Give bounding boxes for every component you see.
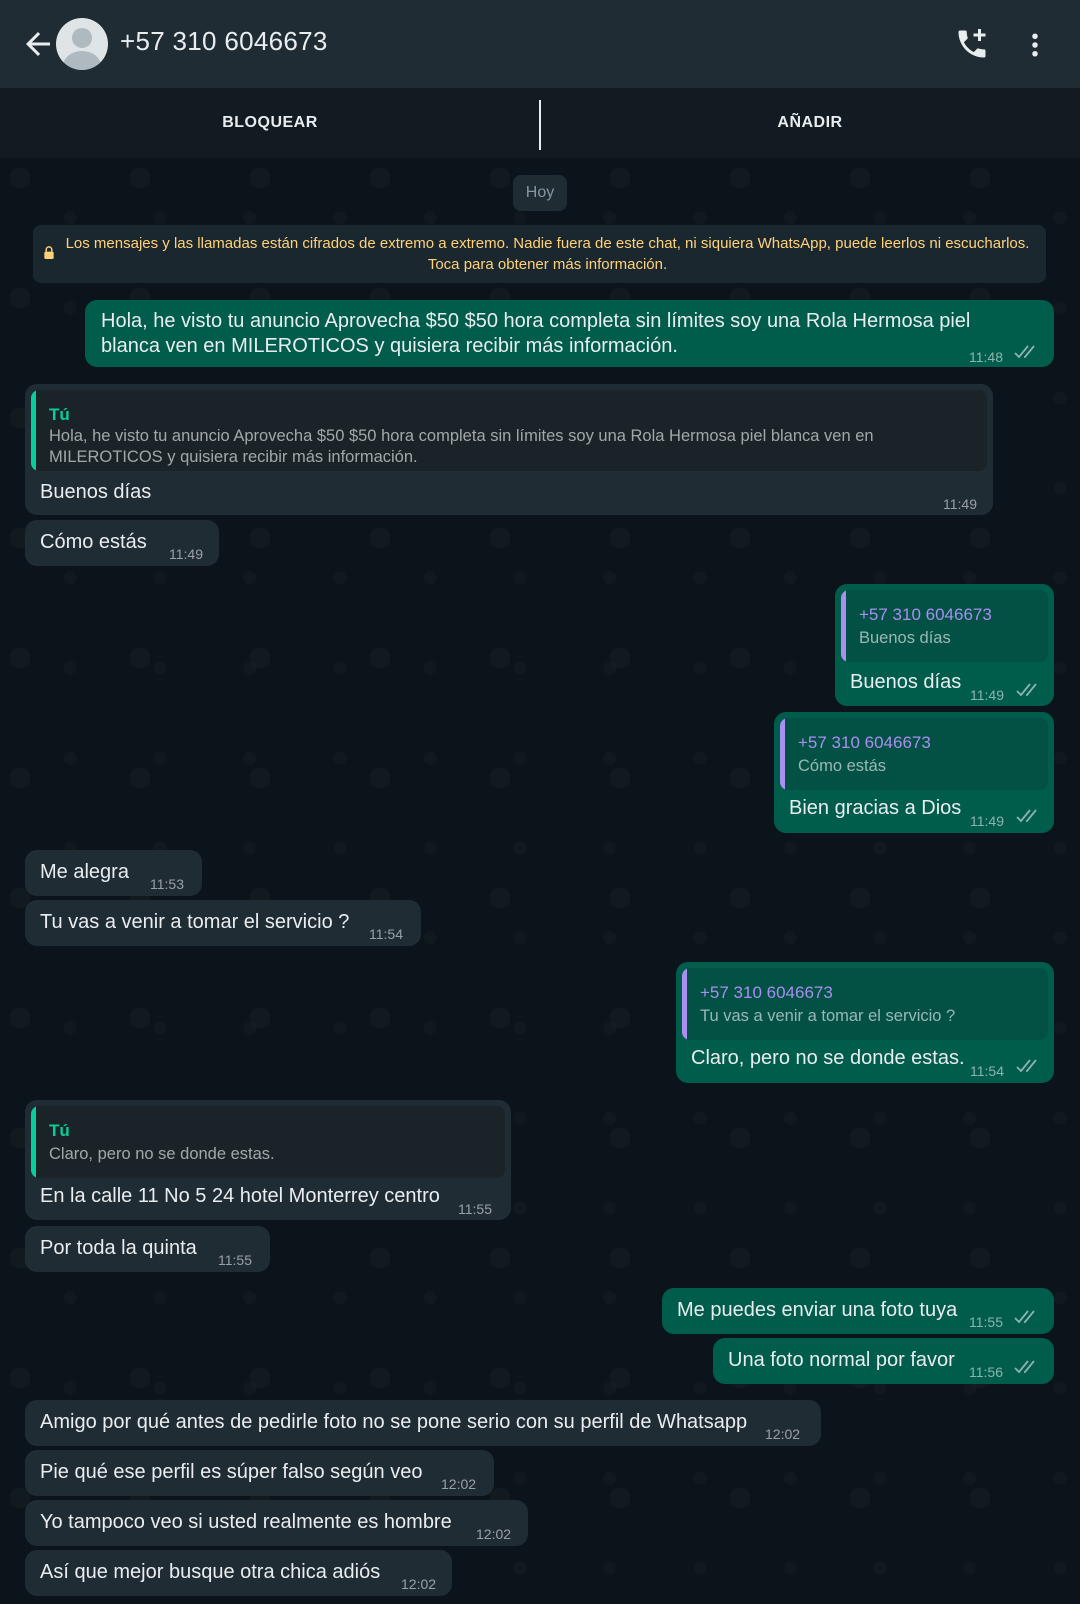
quoted-message[interactable]: +57 310 6046673 Buenos días bbox=[841, 590, 1048, 662]
avatar-placeholder-icon bbox=[63, 28, 101, 70]
message-bubble-outgoing[interactable]: +57 310 6046673 Buenos días Buenos días … bbox=[835, 584, 1054, 706]
double-check-icon bbox=[1014, 1360, 1035, 1374]
quote-text: Tu vas a venir a tomar el servicio ? bbox=[700, 1007, 956, 1025]
message-time: 11:55 bbox=[969, 1314, 1003, 1330]
double-check-icon bbox=[1016, 683, 1037, 697]
message-bubble-incoming[interactable]: Yo tampoco veo si usted realmente es hom… bbox=[25, 1500, 528, 1546]
message-bubble-incoming[interactable]: Por toda la quinta 11:55 bbox=[25, 1226, 270, 1272]
message-text: Una foto normal por favor bbox=[728, 1349, 955, 1371]
lock-icon bbox=[43, 244, 55, 265]
message-time: 11:55 bbox=[458, 1201, 492, 1217]
message-time: 11:49 bbox=[970, 813, 1004, 829]
double-check-icon bbox=[1016, 1059, 1037, 1073]
quote-author: +57 310 6046673 bbox=[798, 733, 931, 752]
quoted-message[interactable]: Tú Claro, pero no se donde estas. bbox=[31, 1106, 505, 1178]
divider bbox=[539, 100, 541, 150]
message-bubble-incoming[interactable]: Tú Claro, pero no se donde estas. En la … bbox=[25, 1100, 511, 1220]
message-time: 11:53 bbox=[150, 876, 184, 892]
message-time: 11:49 bbox=[169, 546, 203, 562]
message-bubble-outgoing[interactable]: Hola, he visto tu anuncio Aprovecha $50 … bbox=[85, 300, 1054, 367]
message-bubble-outgoing[interactable]: +57 310 6046673 Tu vas a venir a tomar e… bbox=[676, 962, 1054, 1083]
message-bubble-incoming[interactable]: Tú Hola, he visto tu anuncio Aprovecha $… bbox=[25, 384, 993, 515]
message-bubble-outgoing[interactable]: Una foto normal por favor 11:56 bbox=[713, 1338, 1054, 1384]
block-add-bar: BLOQUEAR AÑADIR bbox=[0, 88, 1080, 158]
quote-text: Cómo estás bbox=[798, 757, 887, 775]
message-bubble-incoming[interactable]: Cómo estás 11:49 bbox=[25, 520, 219, 566]
message-time: 11:54 bbox=[369, 926, 403, 942]
message-bubble-outgoing[interactable]: Me puedes enviar una foto tuya 11:55 bbox=[662, 1288, 1054, 1334]
message-text: Pie qué ese perfil es súper falso según … bbox=[40, 1461, 423, 1483]
message-text: Cómo estás bbox=[40, 531, 147, 553]
quote-text: Claro, pero no se donde estas. bbox=[49, 1145, 275, 1163]
message-text: Yo tampoco veo si usted realmente es hom… bbox=[40, 1511, 452, 1533]
block-button[interactable]: BLOQUEAR bbox=[0, 88, 540, 158]
quote-author: Tú bbox=[49, 1121, 70, 1140]
message-text: Buenos días bbox=[40, 481, 152, 503]
encryption-notice-text: Los mensajes y las llamadas están cifrad… bbox=[65, 235, 1030, 273]
message-bubble-incoming[interactable]: Así que mejor busque otra chica adiós 12… bbox=[25, 1550, 452, 1596]
message-text: Bien gracias a Dios bbox=[789, 797, 962, 819]
message-bubble-incoming[interactable]: Amigo por qué antes de pedirle foto no s… bbox=[25, 1400, 821, 1446]
avatar[interactable] bbox=[56, 18, 108, 70]
message-bubble-outgoing[interactable]: +57 310 6046673 Cómo estás Bien gracias … bbox=[774, 712, 1054, 833]
quote-author: +57 310 6046673 bbox=[700, 983, 833, 1002]
quoted-message[interactable]: Tú Hola, he visto tu anuncio Aprovecha $… bbox=[31, 390, 987, 471]
quote-author: Tú bbox=[49, 405, 70, 424]
quote-text: Hola, he visto tu anuncio Aprovecha $50 … bbox=[49, 427, 874, 466]
double-check-icon bbox=[1016, 809, 1037, 823]
contact-name[interactable]: +57 310 6046673 bbox=[120, 26, 328, 57]
message-bubble-incoming[interactable]: Tu vas a venir a tomar el servicio ? 11:… bbox=[25, 900, 421, 946]
encryption-notice[interactable]: Los mensajes y las llamadas están cifrad… bbox=[33, 225, 1046, 283]
add-contact-button[interactable]: AÑADIR bbox=[540, 88, 1080, 158]
message-text: Me puedes enviar una foto tuya bbox=[677, 1299, 958, 1321]
double-check-icon bbox=[1014, 1310, 1035, 1324]
arrow-left-icon[interactable] bbox=[20, 26, 56, 62]
message-text: Buenos días bbox=[850, 671, 962, 693]
quoted-message[interactable]: +57 310 6046673 Cómo estás bbox=[780, 718, 1048, 790]
call-add-icon[interactable] bbox=[954, 26, 990, 62]
message-text: Hola, he visto tu anuncio Aprovecha $50 … bbox=[101, 310, 971, 357]
message-time: 12:02 bbox=[476, 1526, 512, 1542]
message-text: Me alegra bbox=[40, 861, 129, 883]
message-text: Tu vas a venir a tomar el servicio ? bbox=[40, 911, 350, 933]
message-text: Claro, pero no se donde estas. bbox=[691, 1047, 965, 1069]
message-time: 11:49 bbox=[943, 496, 977, 512]
date-chip: Hoy bbox=[513, 175, 567, 211]
double-check-icon bbox=[1014, 345, 1035, 359]
message-bubble-incoming[interactable]: Pie qué ese perfil es súper falso según … bbox=[25, 1450, 494, 1496]
message-text: Así que mejor busque otra chica adiós bbox=[40, 1561, 381, 1583]
more-vertical-icon[interactable] bbox=[1020, 28, 1050, 62]
message-time: 11:49 bbox=[970, 687, 1004, 703]
quoted-message[interactable]: +57 310 6046673 Tu vas a venir a tomar e… bbox=[682, 968, 1048, 1040]
chat-header: +57 310 6046673 bbox=[0, 0, 1080, 88]
message-bubble-incoming[interactable]: Me alegra 11:53 bbox=[25, 850, 202, 896]
message-time: 12:02 bbox=[401, 1576, 437, 1592]
message-time: 11:55 bbox=[218, 1252, 252, 1268]
message-time: 11:54 bbox=[970, 1063, 1004, 1079]
message-time: 11:48 bbox=[969, 349, 1003, 365]
message-text: Por toda la quinta bbox=[40, 1237, 197, 1259]
message-time: 11:56 bbox=[969, 1364, 1003, 1380]
message-text: Amigo por qué antes de pedirle foto no s… bbox=[40, 1411, 748, 1433]
message-text: En la calle 11 No 5 24 hotel Monterrey c… bbox=[40, 1185, 440, 1207]
message-time: 12:02 bbox=[765, 1426, 801, 1442]
message-time: 12:02 bbox=[441, 1476, 477, 1492]
quote-author: +57 310 6046673 bbox=[859, 605, 992, 624]
quote-text: Buenos días bbox=[859, 629, 951, 647]
